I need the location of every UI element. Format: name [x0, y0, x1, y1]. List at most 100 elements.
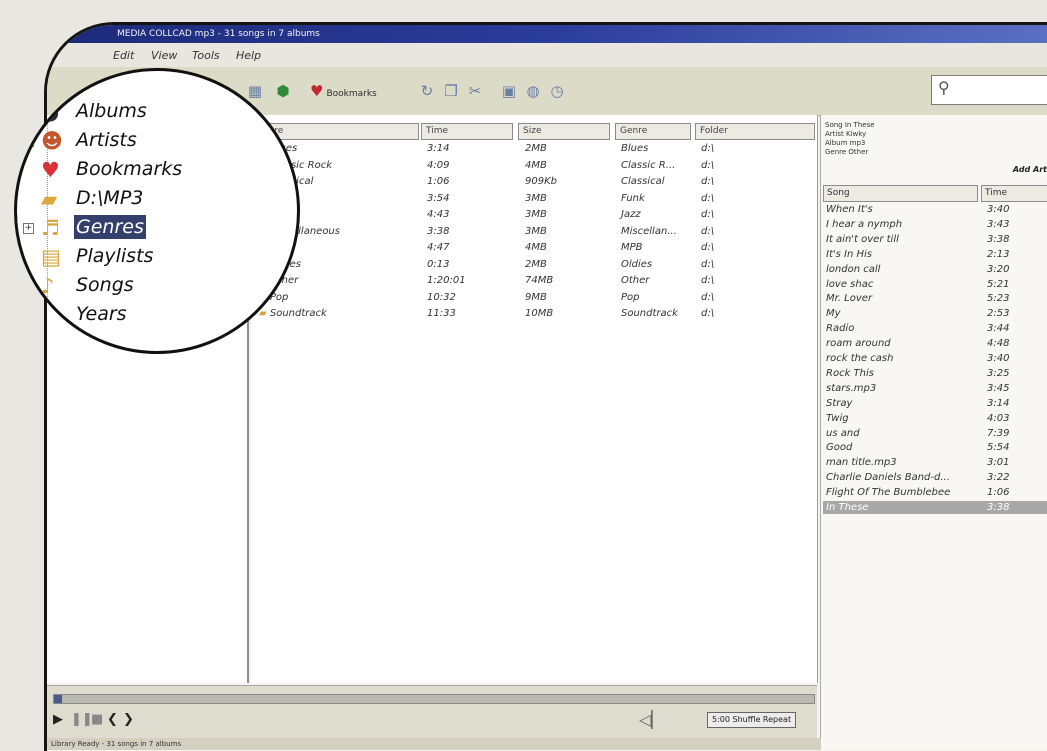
list-cell-size: 3MB	[525, 192, 547, 204]
list-item[interactable]: ▰ MPB4:474MBMPBd:\	[251, 240, 817, 256]
expand-toggle[interactable]: +	[23, 223, 34, 234]
playlist-item[interactable]: It's In His 2:13	[823, 248, 1047, 261]
cut-icon[interactable]: ✂	[465, 81, 485, 101]
playlist-item[interactable]: It ain't over till 3:38	[823, 233, 1047, 246]
refresh-icon[interactable]: ↻	[417, 81, 437, 101]
playlist-item[interactable]: stars.mp3 3:45	[823, 382, 1047, 395]
playlist-song: Twig	[826, 412, 849, 424]
playlist-time: 5:21	[987, 278, 1010, 290]
list-cell-genre: Soundtrack	[621, 308, 678, 319]
next-icon[interactable]: ❯	[123, 712, 134, 727]
pause-icon[interactable]: ❚❚	[71, 712, 93, 727]
list-cell-folder: d:\	[701, 209, 715, 220]
menu-tools[interactable]: Tools	[192, 49, 220, 62]
col-genre[interactable]: Genre	[615, 123, 691, 140]
col-song-time[interactable]: Time	[981, 185, 1047, 202]
copy-icon[interactable]: ❐	[441, 81, 461, 101]
clock-icon[interactable]: ◷	[547, 81, 567, 101]
tree-item[interactable]: + ♪ Songs	[23, 273, 265, 301]
col-size[interactable]: Size	[518, 123, 610, 140]
playlist-item[interactable]: Mr. Lover 5:23	[823, 292, 1047, 305]
playlist-item[interactable]: Stray 3:14	[823, 397, 1047, 410]
col-song[interactable]: Song	[823, 185, 978, 202]
playlist-item[interactable]: My 2:53	[823, 307, 1047, 320]
list-cell-genre: Jazz	[621, 209, 641, 220]
genres-icon: ♬	[41, 216, 60, 240]
menu-help[interactable]: Help	[236, 49, 261, 62]
stop-icon[interactable]: ■	[91, 712, 103, 727]
expand-toggle[interactable]: +	[23, 136, 34, 147]
search-input[interactable]: ⚲	[931, 75, 1047, 105]
list-item[interactable]: ▰ Classical1:06909KbClassicald:\	[251, 174, 817, 190]
tree-item-label: Artists	[76, 129, 137, 151]
playlist-item[interactable]: Good 5:54	[823, 441, 1047, 454]
genre-list: Genre Time Size Genre Folder ▰ Blues3:14…	[251, 115, 818, 683]
playlist-song: Mr. Lover	[826, 293, 873, 305]
playlist-item[interactable]: Charlie Daniels Band-d... 3:22	[823, 471, 1047, 484]
playlist-time: 3:45	[987, 382, 1010, 394]
expand-toggle[interactable]: +	[23, 281, 34, 292]
properties-icon[interactable]: ▣	[499, 81, 519, 101]
list-cell-folder: d:\	[701, 258, 715, 270]
seek-bar[interactable]	[53, 694, 815, 704]
previous-icon[interactable]: ❮	[107, 712, 118, 727]
list-cell-time: 0:13	[427, 258, 450, 270]
window-title: MEDIA COLLCAD mp3 - 31 songs in 7 albums	[117, 29, 320, 39]
playlist-item[interactable]: Twig 4:03	[823, 412, 1047, 425]
playlist-time: 3:22	[987, 472, 1010, 484]
col-folder[interactable]: Folder	[695, 123, 815, 140]
playlist-item[interactable]: I hear a nymph 3:43	[823, 218, 1047, 231]
playlist-item[interactable]: man title.mp3 3:01	[823, 456, 1047, 469]
list-item[interactable]: ▰ Other1:20:0174MBOtherd:\	[251, 273, 817, 289]
playlist-time: 3:43	[987, 218, 1010, 230]
tree-item-label: D:\MP3	[76, 187, 144, 209]
playlist-item[interactable]: love shac 5:21	[823, 278, 1047, 291]
playlist-item[interactable]: Radio 3:44	[823, 322, 1047, 335]
list-cell-size: 9MB	[525, 291, 547, 303]
globe-icon[interactable]: ◍	[523, 81, 543, 101]
list-item[interactable]: ▰ Miscellaneous3:383MBMiscellan...d:\	[251, 224, 817, 240]
playlist-song: us and	[826, 427, 860, 439]
tree-item[interactable]: + ♬ Genres	[23, 215, 265, 243]
playlist-item[interactable]: london call 3:20	[823, 263, 1047, 276]
col-time[interactable]: Time	[421, 123, 513, 140]
playlist-time: 3:20	[987, 263, 1010, 275]
tree-item[interactable]: ● Albums	[25, 99, 265, 127]
playlist-item[interactable]: rock the cash 3:40	[823, 352, 1047, 365]
list-item[interactable]: ▰ Oldies0:132MBOldiesd:\	[251, 257, 817, 273]
bookmarks-button[interactable]: ♥ Bookmarks	[310, 81, 377, 101]
list-cell-folder: d:\	[701, 308, 715, 319]
heart-icon: ♥	[41, 158, 60, 182]
playlist-item[interactable]: In These 3:38	[823, 501, 1047, 514]
menu-view[interactable]: View	[151, 49, 177, 62]
list-cell-folder: d:\	[701, 242, 715, 253]
tree-item[interactable]: + ☻ Artists	[23, 128, 265, 156]
tree-item[interactable]: ☼ Years	[25, 302, 265, 330]
grid-view-icon[interactable]: ▦	[245, 81, 265, 101]
volume-icon[interactable]: ◁▏	[639, 710, 664, 729]
list-item[interactable]: ▰ Blues3:142MBBluesd:\	[251, 141, 817, 157]
list-item[interactable]: ▰ Soundtrack 11:33 10MB Soundtrack d:\	[251, 306, 817, 322]
playlist-song: My	[826, 308, 841, 320]
tree-item-label: Genres	[74, 215, 146, 239]
list-cell-size: 909Kb	[525, 176, 557, 187]
tree-item[interactable]: ▰ D:\MP3	[25, 186, 265, 214]
menu-edit[interactable]: Edit	[113, 49, 134, 62]
add-art-button[interactable]: Add Art	[1013, 165, 1047, 174]
list-item[interactable]: ▰ Funk3:543MBFunkd:\	[251, 191, 817, 207]
play-icon[interactable]: ▶	[53, 712, 63, 727]
list-item[interactable]: ▰ Classic Rock4:094MBClassic R...d:\	[251, 158, 817, 174]
playlist-item[interactable]: us and 7:39	[823, 427, 1047, 440]
playlist-item[interactable]: When It's 3:40	[823, 203, 1047, 216]
tree-item[interactable]: ♥ Bookmarks	[25, 157, 265, 185]
list-cell-folder: d:\	[701, 143, 715, 154]
tree-item[interactable]: ▤ Playlists	[25, 244, 265, 272]
list-cell-genre: Other	[621, 275, 650, 286]
playlist-item[interactable]: Flight Of The Bumblebee 1:06	[823, 486, 1047, 499]
shield-icon[interactable]: ⬢	[273, 81, 293, 101]
list-item[interactable]: ▰ Pop10:329MBPopd:\	[251, 290, 817, 306]
info-album: Album mp3	[825, 139, 866, 147]
playlist-item[interactable]: roam around 4:48	[823, 337, 1047, 350]
list-item[interactable]: ▰ Jazz4:433MBJazzd:\	[251, 207, 817, 223]
playlist-item[interactable]: Rock This 3:25	[823, 367, 1047, 380]
